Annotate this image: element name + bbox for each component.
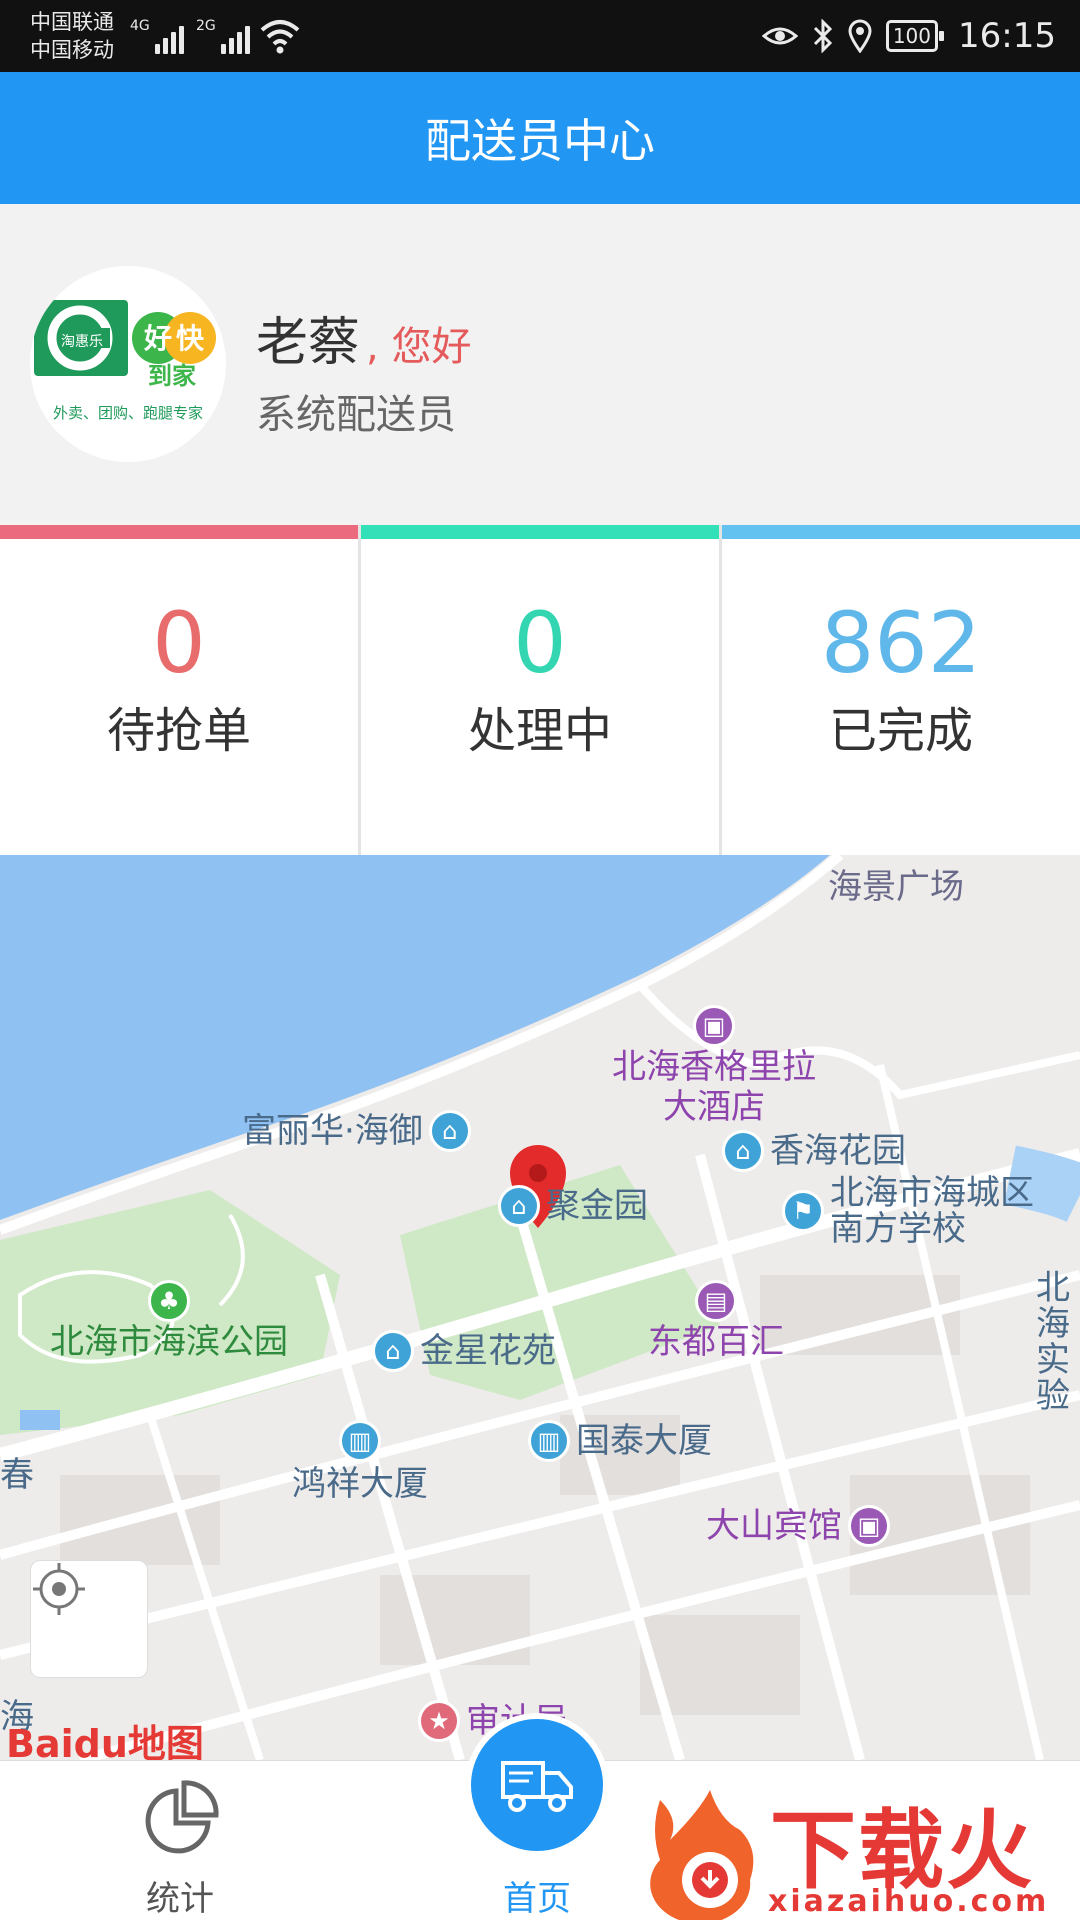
carrier-1: 中国联通 [30, 10, 114, 34]
map-poi[interactable]: 北海 实验 [1036, 1270, 1080, 1414]
poi-label: 北海市海城区 南方学校 [830, 1173, 1034, 1249]
map-poi[interactable]: 海景广场 [828, 867, 964, 907]
avatar[interactable]: 好 快 淘惠乐 到家 外卖、团购、跑腿专家 [30, 266, 226, 462]
network-type-2: 2G [196, 18, 216, 34]
tab-stats-label: 统计 [146, 1879, 214, 1919]
poi-label: 春 [0, 1455, 34, 1495]
stat-processing[interactable]: 0 处理中 [361, 525, 719, 855]
poi-label: 东都百汇 [648, 1322, 784, 1362]
stat-value: 862 [820, 594, 982, 692]
poi-label: 金星花苑 [420, 1331, 556, 1371]
park-icon: ♣ [148, 1280, 190, 1322]
logo-badge-2: 快 [176, 322, 205, 355]
office-icon: ▥ [528, 1420, 570, 1462]
poi-label: 大山宾馆 [706, 1506, 842, 1546]
building-icon: ⌂ [372, 1330, 414, 1372]
site-watermark: 下载火 xiazaihuo.com [640, 1780, 1080, 1920]
building-icon: ⌂ [428, 1110, 471, 1152]
map-poi[interactable]: ⌂ 香海花园 [722, 1130, 906, 1172]
poi-label: 聚金园 [546, 1186, 648, 1226]
watermark-url: xiazaihuo.com [768, 1884, 1050, 1919]
pie-chart-icon [145, 1780, 219, 1854]
map-poi[interactable]: ⚑ 北海市海城区 南方学校 [782, 1175, 1034, 1247]
header-bar: 配送员中心 [0, 72, 1080, 204]
logo-tagline: 外卖、团购、跑腿专家 [53, 404, 203, 422]
tab-home[interactable]: 首页 [437, 1761, 637, 1920]
stat-accent-bar [722, 525, 1080, 539]
poi-label: 海景广场 [828, 867, 964, 907]
stat-value: 0 [513, 594, 567, 692]
stat-label: 待抢单 [106, 703, 251, 759]
logo-line-2: 到家 [148, 362, 196, 390]
stat-pending[interactable]: 0 待抢单 [0, 525, 358, 855]
tab-home-label: 首页 [503, 1879, 571, 1919]
clock: 16:15 [958, 16, 1056, 56]
battery-icon: 100 [885, 20, 945, 52]
poi-label: 北海香格里拉 大酒店 [612, 1047, 816, 1127]
stat-value: 0 [152, 594, 206, 692]
building-icon: ⌂ [498, 1185, 540, 1227]
bluetooth-icon [813, 19, 832, 53]
hotel-icon: ▣ [693, 1005, 735, 1047]
network-type-1: 4G [130, 18, 150, 34]
building-icon: ⌂ [722, 1130, 764, 1172]
poi-label: 国泰大厦 [576, 1421, 712, 1461]
signal-icon: 4G [130, 18, 184, 54]
location-icon [848, 19, 872, 53]
status-bar: 中国联通 中国移动 4G 2G 100 16:15 [0, 0, 1080, 72]
stat-accent-bar [361, 525, 719, 539]
logo-line-1: 淘惠乐 [61, 334, 103, 350]
map-poi[interactable]: ⌂ 聚金园 [498, 1185, 648, 1227]
logo-badge-1: 好 [143, 322, 172, 355]
poi-label: 香海花园 [770, 1131, 906, 1171]
poi-label: 北海 实验 [1036, 1268, 1070, 1416]
locate-me-button[interactable] [30, 1560, 148, 1678]
hotel-icon: ▣ [848, 1505, 890, 1547]
profile-section: 好 快 淘惠乐 到家 外卖、团购、跑腿专家 老蔡 , 您好 系统配送员 [0, 204, 1080, 520]
poi-label: 北海市海滨公园 [50, 1322, 288, 1362]
map-poi[interactable]: ⌂ 富丽华·海御 [242, 1110, 471, 1152]
fire-logo-icon [650, 1790, 754, 1920]
map-poi[interactable]: ▣ 北海香格里拉 大酒店 [612, 1005, 816, 1127]
signal-icon: 2G [196, 18, 250, 54]
poi-label: 鸿祥大厦 [292, 1464, 428, 1504]
map-poi[interactable]: ▥ 国泰大厦 [528, 1420, 712, 1462]
office-icon: ▥ [339, 1420, 381, 1462]
map-poi[interactable]: ♣ 北海市海滨公园 [50, 1280, 288, 1362]
carrier-info: 中国联通 中国移动 [30, 8, 114, 64]
user-name: 老蔡 [256, 313, 361, 373]
gov-icon: ★ [418, 1700, 460, 1742]
wifi-icon [260, 20, 300, 54]
brand-logo: 好 快 淘惠乐 到家 外卖、团购、跑腿专家 [34, 300, 216, 422]
shop-icon: ▤ [695, 1280, 737, 1322]
map-poi[interactable]: ▣ 大山宾馆 [706, 1505, 890, 1547]
stat-completed[interactable]: 862 已完成 [722, 525, 1080, 855]
greeting-text: , 您好 [366, 324, 472, 370]
carrier-2: 中国移动 [30, 38, 114, 62]
poi-label: 富丽华·海御 [242, 1111, 423, 1151]
school-icon: ⚑ [782, 1190, 824, 1232]
greeting: 老蔡 , 您好 [256, 300, 471, 375]
page-title: 配送员中心 [425, 114, 655, 168]
tab-stats[interactable]: 统计 [80, 1761, 280, 1920]
crosshair-icon [33, 1563, 85, 1615]
map-attribution: Baidu地图 [6, 1722, 204, 1760]
stat-label: 处理中 [467, 703, 612, 759]
stat-accent-bar [0, 525, 358, 539]
stat-label: 已完成 [828, 703, 973, 759]
order-stats: 0 待抢单 0 处理中 862 已完成 [0, 525, 1080, 855]
user-role: 系统配送员 [256, 392, 456, 438]
map-poi[interactable]: 春 [0, 1455, 34, 1495]
eye-icon [761, 27, 798, 45]
map-poi[interactable]: ▤ 东都百汇 [648, 1280, 784, 1362]
map-view[interactable]: 海景广场 ▣ 北海香格里拉 大酒店 ⌂ 富丽华·海御 ⌂ 香海花园 ⌂ 聚金园 … [0, 855, 1080, 1760]
map-poi[interactable]: ▥ 鸿祥大厦 [292, 1420, 428, 1504]
map-poi[interactable]: ⌂ 金星花苑 [372, 1330, 556, 1372]
